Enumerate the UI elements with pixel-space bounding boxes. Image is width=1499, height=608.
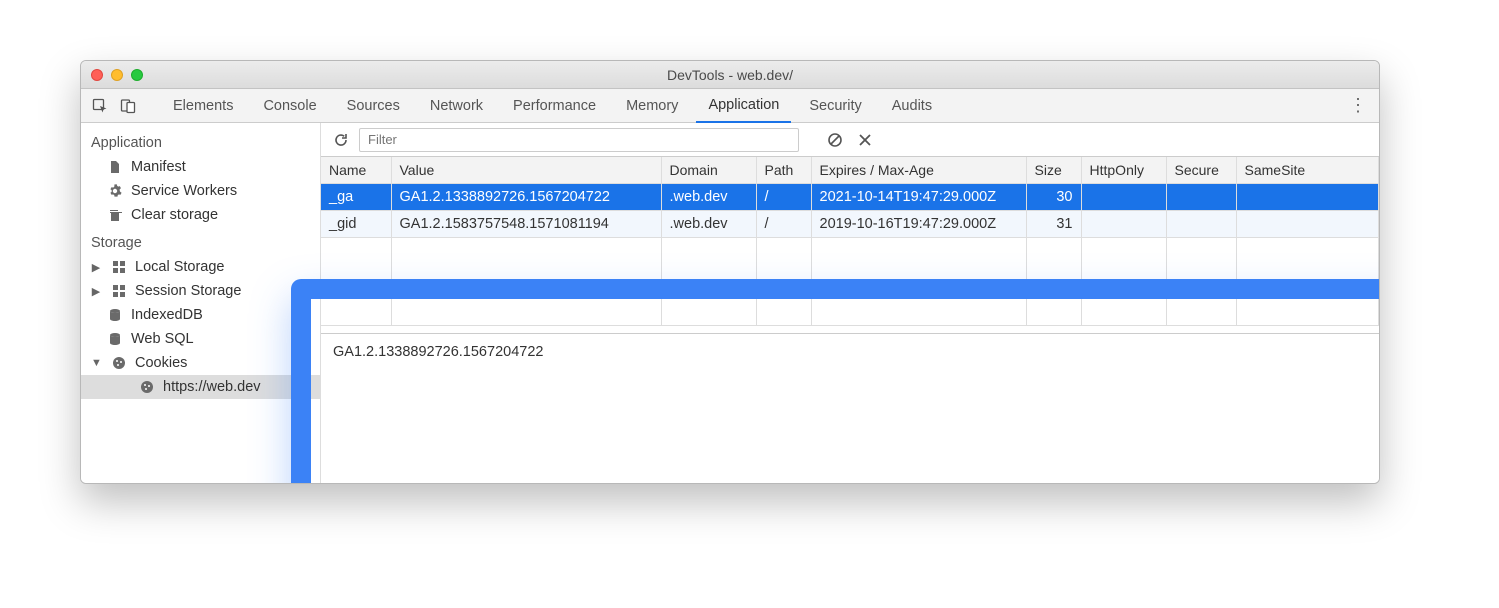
cell-value: GA1.2.1583757548.1571081194 bbox=[391, 211, 661, 238]
col-secure[interactable]: Secure bbox=[1166, 157, 1236, 184]
sidebar-item-clear-storage[interactable]: Clear storage bbox=[81, 203, 320, 227]
sidebar-item-label: Clear storage bbox=[131, 207, 218, 223]
application-sidebar: Application Manifest Service Workers Cle… bbox=[81, 123, 321, 483]
zoom-window-button[interactable] bbox=[131, 69, 143, 81]
sidebar-item-session-storage[interactable]: ▶ Session Storage bbox=[81, 279, 320, 303]
grid-icon bbox=[111, 259, 127, 275]
cookies-panel: Name Value Domain Path Expires / Max-Age… bbox=[321, 123, 1379, 483]
cell-expires: 2019-10-16T19:47:29.000Z bbox=[811, 211, 1026, 238]
close-window-button[interactable] bbox=[91, 69, 103, 81]
table-header-row: Name Value Domain Path Expires / Max-Age… bbox=[321, 157, 1379, 184]
cell-domain: .web.dev bbox=[661, 184, 756, 211]
cell-domain: .web.dev bbox=[661, 211, 756, 238]
tab-elements[interactable]: Elements bbox=[161, 89, 245, 123]
sidebar-item-label: Service Workers bbox=[131, 183, 237, 199]
cell-secure bbox=[1166, 211, 1236, 238]
table-row[interactable]: _gid GA1.2.1583757548.1571081194 .web.de… bbox=[321, 211, 1379, 238]
tab-audits[interactable]: Audits bbox=[880, 89, 944, 123]
gear-icon bbox=[107, 183, 123, 199]
cell-httponly bbox=[1081, 184, 1166, 211]
tab-performance[interactable]: Performance bbox=[501, 89, 608, 123]
sidebar-item-label: https://web.dev bbox=[163, 379, 261, 395]
tab-application[interactable]: Application bbox=[696, 89, 791, 123]
chevron-right-icon: ▶ bbox=[91, 261, 101, 274]
col-value[interactable]: Value bbox=[391, 157, 661, 184]
inspect-element-icon[interactable] bbox=[89, 95, 111, 117]
cookie-detail-value: GA1.2.1338892726.1567204722 bbox=[333, 344, 543, 360]
tab-console[interactable]: Console bbox=[251, 89, 328, 123]
sidebar-item-service-workers[interactable]: Service Workers bbox=[81, 179, 320, 203]
cell-httponly bbox=[1081, 211, 1166, 238]
chevron-down-icon: ▼ bbox=[91, 357, 101, 369]
sidebar-item-cookie-origin[interactable]: https://web.dev bbox=[81, 375, 320, 399]
minimize-window-button[interactable] bbox=[111, 69, 123, 81]
clear-all-icon[interactable] bbox=[823, 128, 847, 152]
cell-path: / bbox=[756, 184, 811, 211]
devtools-tabs: Elements Console Sources Network Perform… bbox=[161, 89, 1339, 123]
tab-memory[interactable]: Memory bbox=[614, 89, 690, 123]
cookies-table: Name Value Domain Path Expires / Max-Age… bbox=[321, 157, 1379, 326]
sidebar-item-label: Cookies bbox=[135, 355, 187, 371]
cell-samesite bbox=[1236, 211, 1379, 238]
filter-input[interactable] bbox=[359, 128, 799, 152]
cell-value: GA1.2.1338892726.1567204722 bbox=[391, 184, 661, 211]
titlebar: DevTools - web.dev/ bbox=[81, 61, 1379, 89]
sidebar-item-label: Local Storage bbox=[135, 259, 224, 275]
cookies-table-wrap: Name Value Domain Path Expires / Max-Age… bbox=[321, 157, 1379, 333]
database-icon bbox=[107, 307, 123, 323]
sidebar-item-label: Session Storage bbox=[135, 283, 241, 299]
cell-name: _ga bbox=[321, 184, 391, 211]
sidebar-section-storage: Storage bbox=[81, 227, 320, 255]
sidebar-item-label: IndexedDB bbox=[131, 307, 203, 323]
sidebar-item-manifest[interactable]: Manifest bbox=[81, 155, 320, 179]
cell-size: 31 bbox=[1026, 211, 1081, 238]
cell-expires: 2021-10-14T19:47:29.000Z bbox=[811, 184, 1026, 211]
sidebar-item-label: Manifest bbox=[131, 159, 186, 175]
devtools-tabbar: Elements Console Sources Network Perform… bbox=[81, 89, 1379, 123]
sidebar-section-application: Application bbox=[81, 127, 320, 155]
table-row-empty bbox=[321, 238, 1379, 326]
database-icon bbox=[107, 331, 123, 347]
file-icon bbox=[107, 159, 123, 175]
col-expires[interactable]: Expires / Max-Age bbox=[811, 157, 1026, 184]
table-row[interactable]: _ga GA1.2.1338892726.1567204722 .web.dev… bbox=[321, 184, 1379, 211]
trash-icon bbox=[107, 207, 123, 223]
sidebar-item-indexeddb[interactable]: IndexedDB bbox=[81, 303, 320, 327]
col-path[interactable]: Path bbox=[756, 157, 811, 184]
chevron-right-icon: ▶ bbox=[91, 285, 101, 298]
cookie-icon bbox=[111, 355, 127, 371]
sidebar-item-label: Web SQL bbox=[131, 331, 194, 347]
more-menu-icon[interactable]: ⋮ bbox=[1345, 95, 1371, 116]
cookies-toolbar bbox=[321, 123, 1379, 157]
tab-network[interactable]: Network bbox=[418, 89, 495, 123]
col-size[interactable]: Size bbox=[1026, 157, 1081, 184]
cookie-icon bbox=[139, 379, 155, 395]
cell-samesite bbox=[1236, 184, 1379, 211]
col-name[interactable]: Name bbox=[321, 157, 391, 184]
cell-name: _gid bbox=[321, 211, 391, 238]
cell-path: / bbox=[756, 211, 811, 238]
col-httponly[interactable]: HttpOnly bbox=[1081, 157, 1166, 184]
tab-security[interactable]: Security bbox=[797, 89, 873, 123]
col-domain[interactable]: Domain bbox=[661, 157, 756, 184]
tab-sources[interactable]: Sources bbox=[335, 89, 412, 123]
devtools-window: DevTools - web.dev/ Elements Console Sou… bbox=[80, 60, 1380, 484]
delete-selected-icon[interactable] bbox=[853, 128, 877, 152]
col-samesite[interactable]: SameSite bbox=[1236, 157, 1379, 184]
panel-body: Application Manifest Service Workers Cle… bbox=[81, 123, 1379, 483]
cell-secure bbox=[1166, 184, 1236, 211]
window-title: DevTools - web.dev/ bbox=[81, 67, 1379, 83]
refresh-icon[interactable] bbox=[329, 128, 353, 152]
sidebar-item-cookies[interactable]: ▼ Cookies bbox=[81, 351, 320, 375]
cell-size: 30 bbox=[1026, 184, 1081, 211]
cookie-detail-pane: GA1.2.1338892726.1567204722 bbox=[321, 333, 1379, 483]
traffic-lights bbox=[91, 69, 143, 81]
sidebar-item-websql[interactable]: Web SQL bbox=[81, 327, 320, 351]
sidebar-item-local-storage[interactable]: ▶ Local Storage bbox=[81, 255, 320, 279]
grid-icon bbox=[111, 283, 127, 299]
device-toolbar-icon[interactable] bbox=[117, 95, 139, 117]
